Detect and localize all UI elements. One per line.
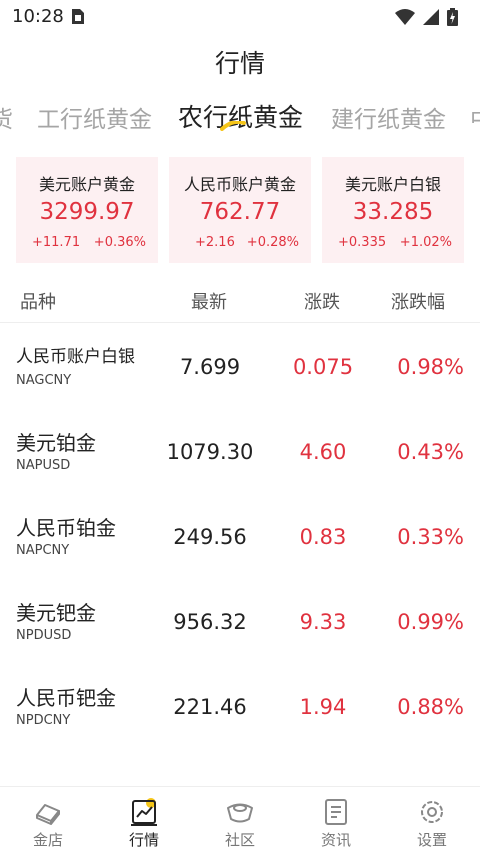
row-change-pct: 0.98%: [397, 355, 464, 379]
row-price: 221.46: [173, 695, 247, 719]
signal-icon: [423, 9, 439, 29]
table-row[interactable]: 人民币铂金 NAPCNY 249.56 0.83 0.33%: [0, 500, 480, 585]
summary-card-usd-silver[interactable]: 美元账户白银 33.285 +0.335 +1.02%: [322, 157, 464, 263]
card-price: 762.77: [199, 199, 281, 225]
row-name: 人民币铂金: [16, 516, 116, 540]
header-change: 涨跌: [304, 292, 340, 313]
row-code: NPDUSD: [16, 628, 72, 643]
active-tab-indicator: [220, 121, 246, 131]
card-name: 美元账户白银: [344, 175, 441, 194]
card-change-pct: +0.36%: [93, 235, 146, 250]
nav-label: 设置: [416, 831, 447, 849]
status-icons: [395, 8, 458, 30]
table-row[interactable]: 美元钯金 NPDUSD 956.32 9.33 0.99%: [0, 585, 480, 670]
card-price: 3299.97: [39, 199, 135, 225]
header-change-pct: 涨跌幅: [391, 292, 445, 313]
row-price: 249.56: [173, 525, 247, 549]
card-change: +11.71: [32, 235, 81, 250]
row-code: NPDCNY: [16, 713, 71, 728]
battery-icon: [447, 8, 458, 30]
nav-label: 社区: [224, 831, 255, 849]
ingot-icon: [227, 803, 253, 823]
row-change-pct: 0.33%: [397, 525, 464, 549]
row-code: NAGCNY: [16, 373, 72, 388]
table-row[interactable]: 人民币钯金 NPDCNY 221.46 1.94 0.88%: [0, 670, 480, 755]
sim-card-icon: [72, 9, 84, 28]
card-change: +2.16: [195, 235, 235, 250]
nav-news[interactable]: 资讯: [288, 787, 384, 854]
table-row[interactable]: 美元铂金 NAPUSD 1079.30 4.60 0.43%: [0, 415, 480, 500]
nav-label: 行情: [128, 831, 159, 849]
gear-icon: [421, 801, 443, 823]
row-change-pct: 0.43%: [397, 440, 464, 464]
card-change-pct: +1.02%: [399, 235, 452, 250]
summary-card-usd-gold[interactable]: 美元账户黄金 3299.97 +11.71 +0.36%: [16, 157, 158, 263]
header-divider: [0, 322, 480, 323]
document-icon: [325, 799, 347, 825]
status-time: 10:28: [12, 6, 64, 27]
row-code: NAPUSD: [16, 458, 71, 473]
bottom-nav: 金店 行情 社区 资讯 设置: [0, 786, 480, 854]
chart-icon: [131, 798, 157, 826]
gold-bar-icon: [36, 804, 60, 825]
status-bar: 10:28: [0, 0, 480, 34]
header-latest: 最新: [191, 292, 227, 313]
row-price: 7.699: [179, 355, 241, 379]
card-name: 美元账户黄金: [38, 175, 135, 194]
row-price: 1079.30: [166, 440, 254, 464]
market-page: 10:28 行情 货 工行纸黄金 农行纸黄金 建行纸黄金 中 美元账户黄金 3: [0, 0, 480, 854]
nav-settings[interactable]: 设置: [384, 787, 480, 854]
wifi-icon: [395, 9, 415, 29]
card-change: +0.335: [338, 235, 387, 250]
summary-card-cny-gold[interactable]: 人民币账户黄金 762.77 +2.16 +0.28%: [169, 157, 311, 263]
card-price: 33.285: [352, 199, 434, 225]
row-change-pct: 0.99%: [397, 610, 464, 634]
card-change-pct: +0.28%: [246, 235, 299, 250]
row-price: 956.32: [173, 610, 247, 634]
row-name: 人民币账户白银: [16, 347, 135, 367]
card-name: 人民币账户黄金: [183, 175, 296, 194]
nav-label: 金店: [32, 831, 63, 849]
tab-icbc-paper-gold[interactable]: 工行纸黄金: [37, 100, 152, 134]
table-row[interactable]: 人民币账户白银 NAGCNY 7.699 0.075 0.98%: [0, 330, 480, 415]
row-change: 9.33: [299, 610, 347, 634]
row-change: 0.83: [299, 525, 347, 549]
tab-ccb-paper-gold[interactable]: 建行纸黄金: [331, 100, 446, 134]
row-change: 4.60: [299, 440, 347, 464]
nav-community[interactable]: 社区: [192, 787, 288, 854]
nav-gold-shop[interactable]: 金店: [0, 787, 96, 854]
tab-partial-right[interactable]: 中: [470, 100, 480, 134]
row-code: NAPCNY: [16, 543, 70, 558]
row-name: 人民币钯金: [16, 686, 116, 710]
tab-partial-left[interactable]: 货: [0, 100, 13, 134]
header-name: 品种: [20, 292, 56, 313]
row-change: 1.94: [299, 695, 347, 719]
nav-market[interactable]: 行情: [96, 787, 192, 854]
row-change-pct: 0.88%: [397, 695, 464, 719]
row-name: 美元铂金: [16, 431, 96, 455]
row-name: 美元钯金: [16, 601, 96, 625]
row-change: 0.075: [292, 355, 354, 379]
nav-label: 资讯: [320, 831, 351, 849]
page-title: 行情: [214, 49, 265, 78]
table-header: 品种 最新 涨跌 涨跌幅: [0, 288, 480, 318]
